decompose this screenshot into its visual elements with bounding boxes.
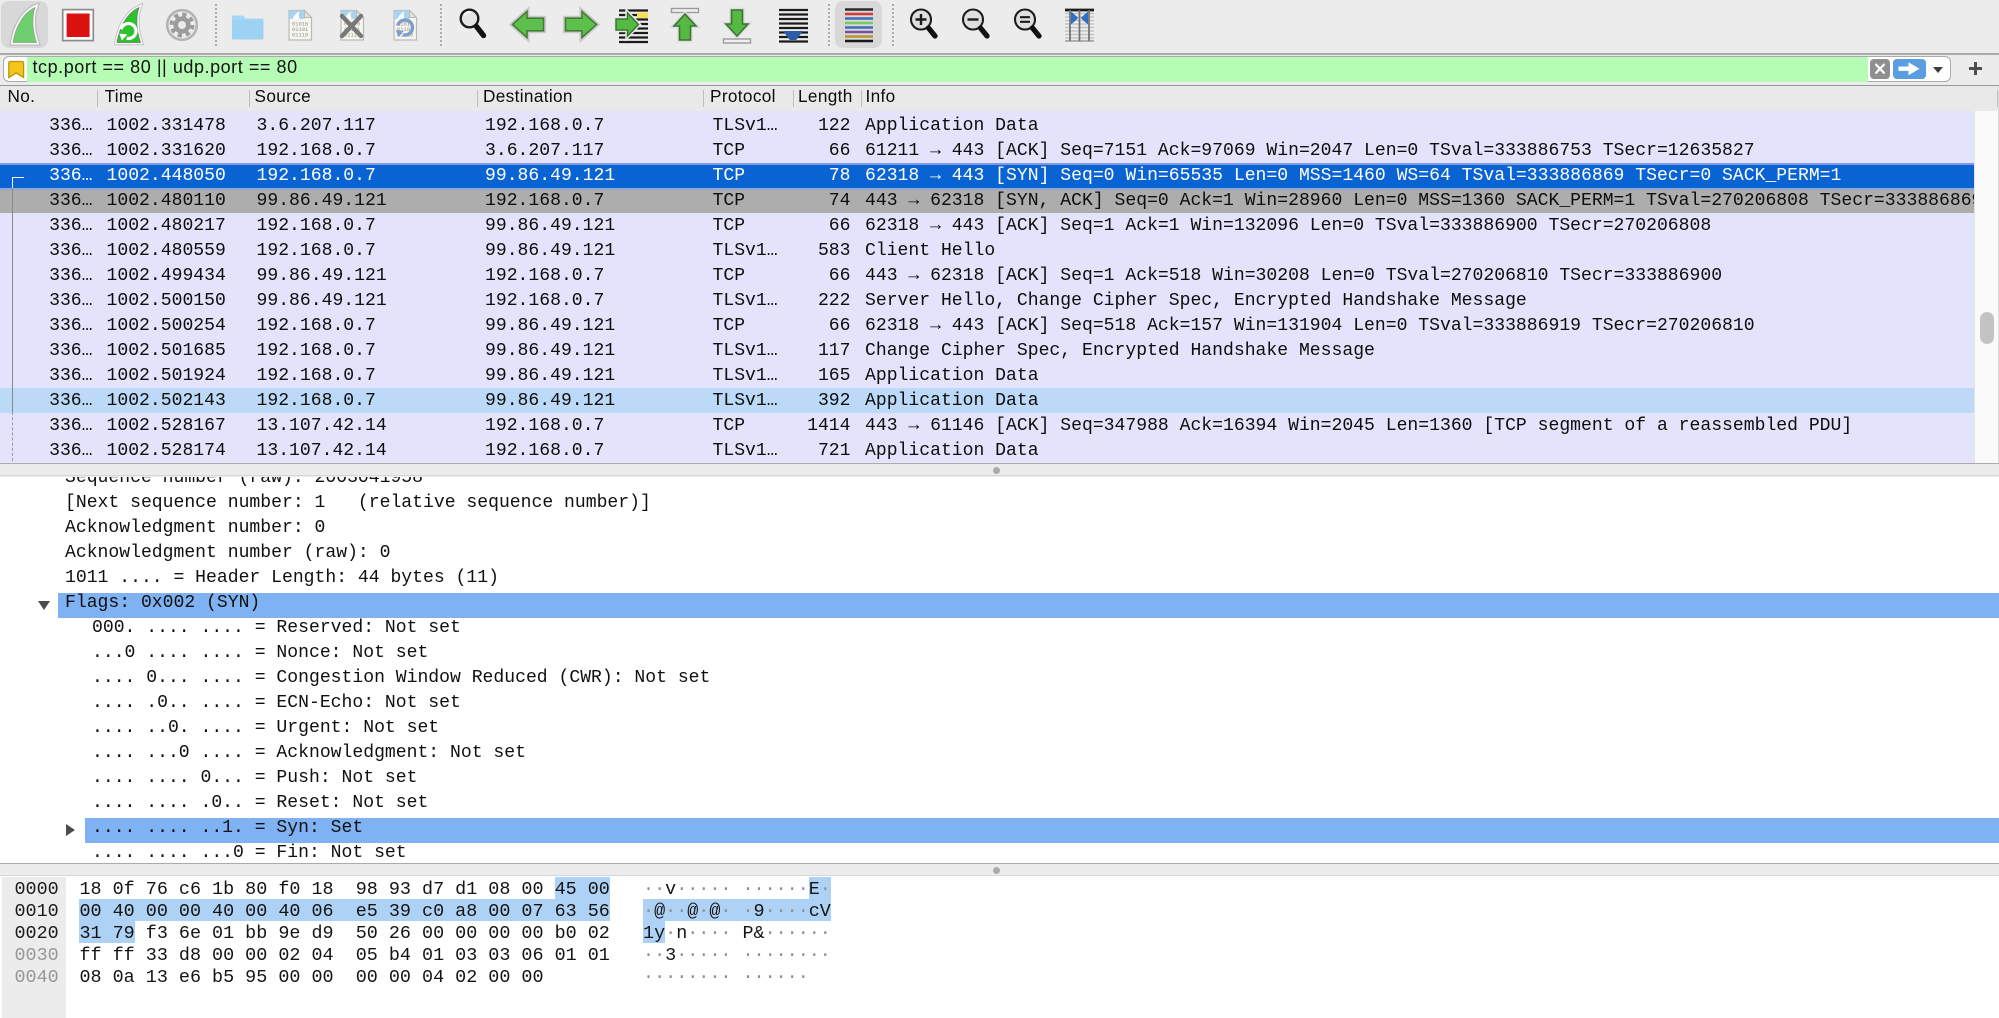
svg-text:01110: 01110 [292, 33, 308, 39]
